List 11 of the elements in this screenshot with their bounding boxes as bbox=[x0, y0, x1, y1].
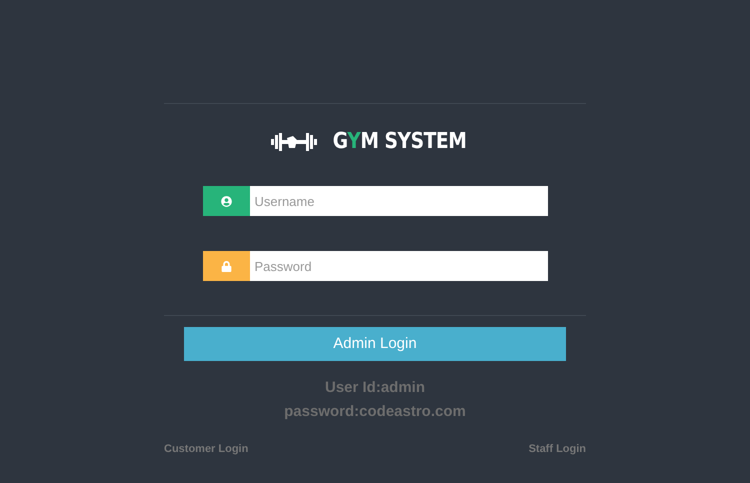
link[interactable]: Staff Login bbox=[528, 441, 586, 458]
credentials-text: password:codeastro.com bbox=[284, 403, 466, 421]
lock-icon bbox=[220, 260, 232, 272]
dumbbell-icon bbox=[271, 132, 318, 152]
login-button[interactable]: Admin Login bbox=[184, 327, 566, 361]
input-field[interactable]: Password bbox=[250, 251, 548, 281]
user-icon bbox=[220, 196, 232, 206]
link[interactable]: Customer Login bbox=[164, 441, 248, 458]
logo-text: GYM SYSTEM bbox=[333, 131, 467, 153]
credentials-text: User Id:admin bbox=[324, 379, 426, 397]
input-field[interactable]: Username bbox=[250, 186, 548, 216]
